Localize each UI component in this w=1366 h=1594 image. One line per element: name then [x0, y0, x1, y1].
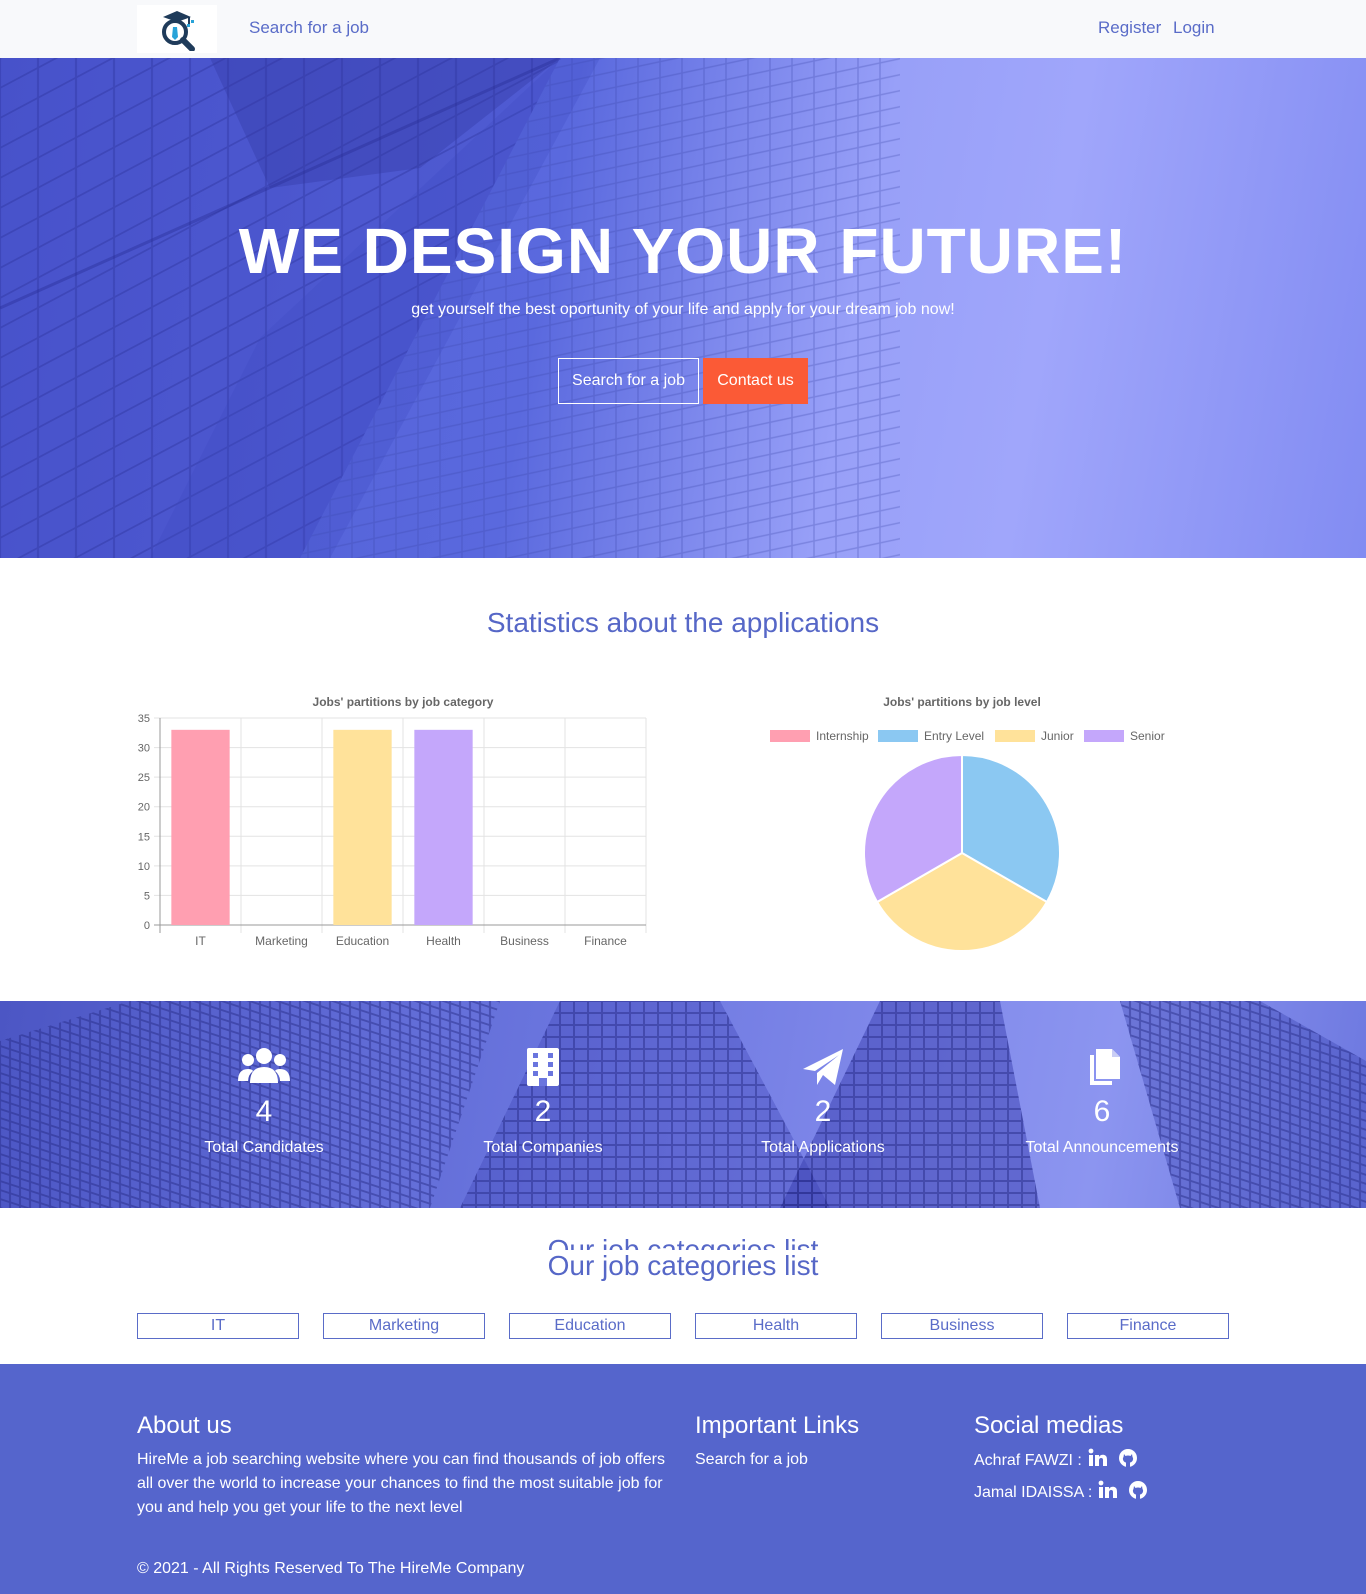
graduate-magnifier-logo-icon	[162, 11, 195, 51]
counters-band: 4 Total Candidates 2 Total Companies 2 T…	[0, 1001, 1366, 1208]
users-icon	[238, 1048, 290, 1083]
pie-chart-title: Jobs' partitions by job level	[883, 695, 1041, 709]
links-title: Important Links	[695, 1412, 860, 1439]
bar-education[interactable]	[333, 729, 392, 925]
y-tick-label: 25	[138, 772, 150, 784]
applications-count: 2	[814, 1095, 832, 1128]
legend-item-senior[interactable]: Senior	[1084, 729, 1165, 743]
x-tick-label: Business	[500, 934, 549, 948]
bar-it[interactable]	[171, 729, 230, 925]
y-tick-label: 0	[144, 920, 150, 932]
bar-health[interactable]	[414, 729, 473, 925]
statistics-title: Statistics about the applications	[486, 607, 880, 638]
category-education-button[interactable]: Education	[509, 1313, 671, 1339]
linkedin-icon[interactable]	[1098, 1480, 1118, 1505]
y-tick-label: 15	[138, 831, 150, 843]
categories-title: Our job categories list	[547, 1250, 819, 1281]
nav-register-link[interactable]: Register	[1098, 18, 1161, 38]
x-tick-label: IT	[195, 934, 206, 948]
legend-swatch	[1084, 730, 1124, 742]
categories-title-ghost: Our job categories list	[547, 1234, 819, 1250]
hero-banner: WE DESIGN YOUR FUTURE! get yourself the …	[0, 58, 1366, 558]
category-marketing-button[interactable]: Marketing	[323, 1313, 485, 1339]
github-icon[interactable]	[1118, 1448, 1138, 1473]
candidates-count: 4	[255, 1095, 273, 1128]
nav-search-job-link[interactable]: Search for a job	[249, 18, 369, 38]
candidates-label: Total Candidates	[204, 1139, 324, 1156]
x-tick-label: Education	[336, 934, 389, 948]
legend-label: Junior	[1041, 729, 1074, 743]
category-it-button[interactable]: IT	[137, 1313, 299, 1339]
copyright-text: © 2021 - All Rights Reserved To The Hire…	[137, 1560, 525, 1577]
nav-login-link[interactable]: Login	[1173, 18, 1215, 38]
applications-label: Total Applications	[761, 1139, 885, 1156]
y-tick-label: 5	[144, 890, 150, 902]
contact-us-button[interactable]: Contact us	[703, 358, 808, 404]
x-tick-label: Finance	[584, 934, 627, 948]
social-name: Jamal IDAISSA :	[974, 1483, 1093, 1501]
bar-chart-category: 0 5 10 15 20 25 30 35 IT Marketing Education Health…	[138, 713, 647, 948]
navbar: Search for a job Register Login	[0, 0, 1366, 58]
social-row-achraf: Achraf FAWZI :	[974, 1448, 1138, 1473]
paper-plane-icon	[803, 1049, 843, 1085]
legend-label: Entry Level	[924, 729, 984, 743]
x-tick-label: Marketing	[255, 934, 308, 948]
legend-item-junior[interactable]: Junior	[995, 729, 1074, 743]
pie-chart-level: Internship Entry Level Junior Senior	[770, 729, 1165, 952]
y-tick-label: 30	[138, 743, 150, 755]
category-finance-button[interactable]: Finance	[1067, 1313, 1229, 1339]
x-tick-label: Health	[426, 934, 461, 948]
footer-search-job-link[interactable]: Search for a job	[695, 1448, 808, 1472]
hireme-logo[interactable]	[137, 5, 217, 53]
companies-count: 2	[534, 1095, 552, 1128]
category-business-button[interactable]: Business	[881, 1313, 1043, 1339]
footer: About us HireMe a job searching website …	[0, 1364, 1366, 1594]
linkedin-icon[interactable]	[1088, 1448, 1108, 1473]
companies-label: Total Companies	[483, 1139, 603, 1156]
category-health-button[interactable]: Health	[695, 1313, 857, 1339]
about-text: HireMe a job searching website where you…	[137, 1451, 666, 1516]
announcements-label: Total Announcements	[1025, 1139, 1179, 1156]
legend-item-entry-level[interactable]: Entry Level	[878, 729, 984, 743]
legend-swatch	[770, 730, 810, 742]
copy-icon	[1090, 1049, 1120, 1085]
legend-label: Internship	[816, 729, 869, 743]
y-tick-label: 10	[138, 861, 150, 873]
y-tick-label: 20	[138, 802, 150, 814]
y-tick-label: 35	[138, 713, 150, 725]
hero-title: WE DESIGN YOUR FUTURE!	[238, 215, 1128, 287]
social-name: Achraf FAWZI :	[974, 1451, 1082, 1469]
announcements-count: 6	[1093, 1095, 1111, 1128]
hero-subtitle: get yourself the best oportunity of your…	[411, 301, 955, 318]
legend-label: Senior	[1130, 729, 1165, 743]
legend-item-internship[interactable]: Internship	[770, 729, 869, 743]
about-title: About us	[137, 1412, 232, 1439]
github-icon[interactable]	[1128, 1480, 1148, 1505]
social-row-jamal: Jamal IDAISSA :	[974, 1480, 1148, 1505]
hero-search-job-button[interactable]: Search for a job	[558, 358, 699, 404]
legend-swatch	[995, 730, 1035, 742]
legend-swatch	[878, 730, 918, 742]
social-title: Social medias	[974, 1412, 1124, 1439]
building-icon	[527, 1048, 559, 1086]
